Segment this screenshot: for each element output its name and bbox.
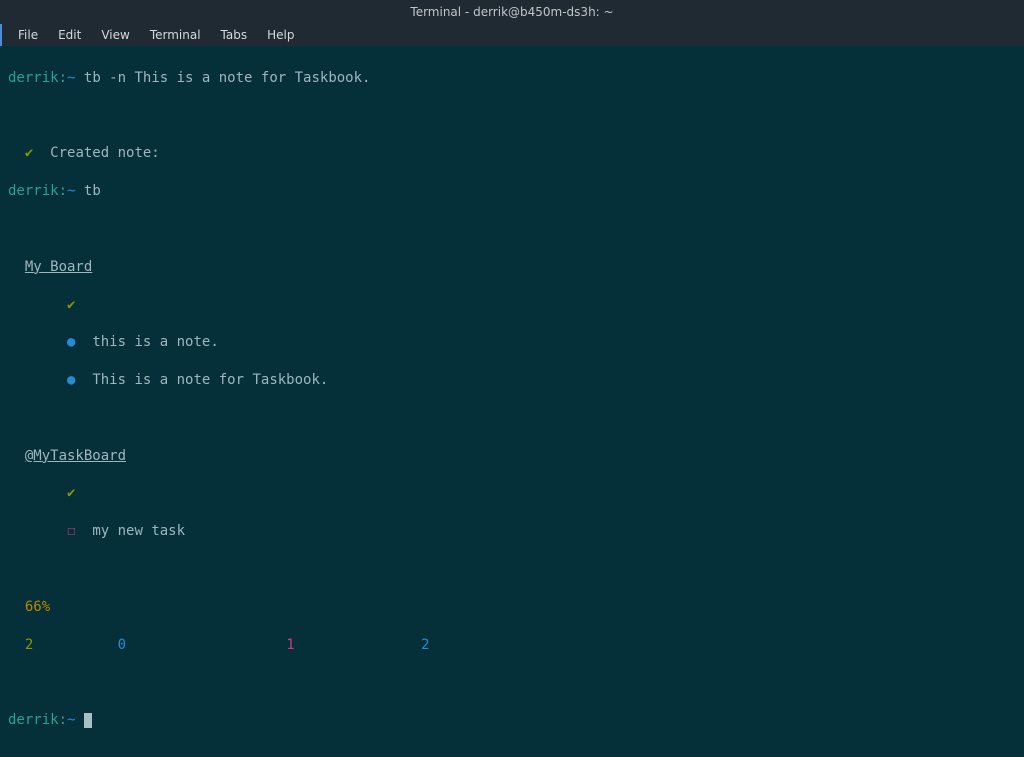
created-note-label: Created note: xyxy=(50,145,160,161)
prompt: derrik: xyxy=(8,70,67,86)
prompt-path: ~ xyxy=(67,183,75,199)
check-icon: ✔ xyxy=(67,485,75,501)
command-line-1: tb -n This is a note for Taskbook. xyxy=(84,70,371,86)
terminal-output[interactable]: derrik:~ tb -n This is a note for Taskbo… xyxy=(0,46,1024,757)
prompt: derrik: xyxy=(8,183,67,199)
check-icon: ✔ xyxy=(67,297,75,313)
menu-view[interactable]: View xyxy=(91,25,139,45)
stat-notes: 2 xyxy=(421,637,429,653)
menu-tabs[interactable]: Tabs xyxy=(211,25,258,45)
percent-complete: 66% xyxy=(25,599,50,615)
stat-done: 2 xyxy=(25,637,33,653)
menubar: File Edit View Terminal Tabs Help xyxy=(0,24,1024,46)
command-line-2: tb xyxy=(84,183,101,199)
prompt: derrik: xyxy=(8,712,67,728)
menu-terminal[interactable]: Terminal xyxy=(140,25,211,45)
board-title-2: @MyTaskBoard xyxy=(25,448,126,464)
menu-help[interactable]: Help xyxy=(257,25,304,45)
check-icon: ✔ xyxy=(25,145,33,161)
task-item-1: my new task xyxy=(92,523,185,539)
stat-pending: 0 xyxy=(118,637,126,653)
window-titlebar: Terminal - derrik@b450m-ds3h: ~ xyxy=(0,0,1024,24)
prompt-path: ~ xyxy=(67,712,75,728)
menu-file[interactable]: File xyxy=(8,25,48,45)
bullet-icon: ● xyxy=(67,334,75,350)
cursor xyxy=(84,713,92,728)
note-item-2: This is a note for Taskbook. xyxy=(92,372,328,388)
menu-edit[interactable]: Edit xyxy=(48,25,91,45)
board-title-1: My Board xyxy=(25,259,92,275)
note-item-1: this is a note. xyxy=(92,334,218,350)
prompt-path: ~ xyxy=(67,70,75,86)
stat-inprogress: 1 xyxy=(286,637,294,653)
bullet-icon: ● xyxy=(67,372,75,388)
checkbox-icon: ☐ xyxy=(67,523,75,539)
window-title: Terminal - derrik@b450m-ds3h: ~ xyxy=(410,5,613,19)
